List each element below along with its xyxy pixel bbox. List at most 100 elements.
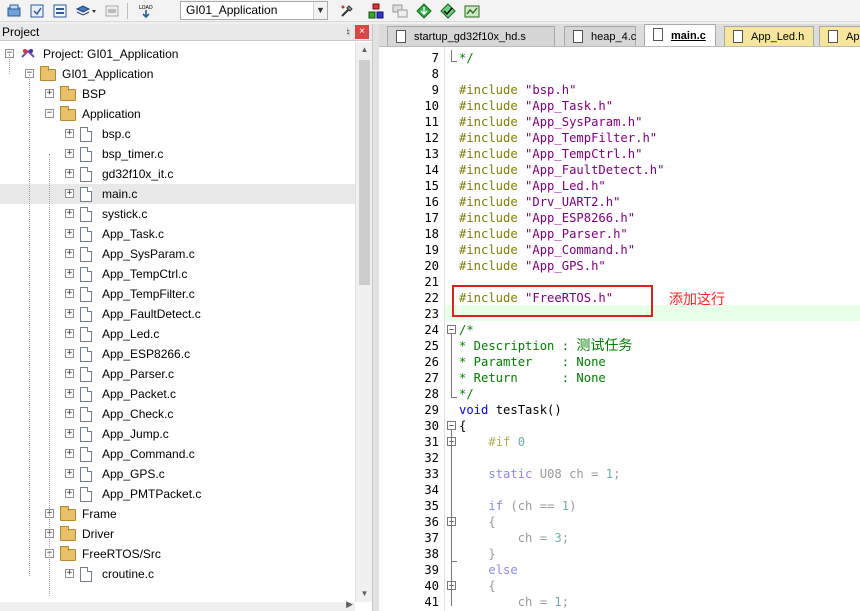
code-line[interactable]: 19 #include "App_Command.h" [379, 242, 860, 258]
expand-icon[interactable]: + [65, 289, 74, 298]
stop-build-icon[interactable] [103, 2, 121, 20]
code-line[interactable]: 15 #include "App_Led.h" [379, 178, 860, 194]
scroll-right-icon[interactable]: ▶ [346, 599, 353, 610]
tree-file-item[interactable]: + gd32f10x_it.c [0, 164, 355, 184]
tree-item-label: App_GPS.c [102, 467, 165, 481]
tree-file-item[interactable]: + App_SysParam.c [0, 244, 355, 264]
target-options-icon[interactable] [338, 2, 356, 20]
code-line[interactable]: 10 #include "App_Task.h" [379, 98, 860, 114]
project-vertical-scrollbar[interactable]: ▲ ▼ [355, 42, 372, 602]
expand-icon[interactable]: + [65, 349, 74, 358]
tree-file-item[interactable]: + croutine.c [0, 564, 355, 584]
tree-project-item[interactable]: − Project: GI01_Application [0, 44, 355, 64]
expand-icon[interactable]: + [65, 169, 74, 178]
tree-folder-item[interactable]: + Driver [0, 524, 355, 544]
tree-file-item[interactable]: + bsp_timer.c [0, 144, 355, 164]
tree-folder-item[interactable]: + Frame [0, 504, 355, 524]
code-line[interactable]: 9 #include "bsp.h" [379, 82, 860, 98]
manage-components-icon[interactable] [367, 2, 385, 20]
tree-folder-item[interactable]: − Application [0, 104, 355, 124]
expand-icon[interactable]: + [65, 369, 74, 378]
scroll-up-icon[interactable]: ▲ [356, 42, 373, 58]
expand-icon[interactable]: + [65, 469, 74, 478]
expand-icon[interactable]: + [65, 389, 74, 398]
tree-file-item[interactable]: + App_Led.c [0, 324, 355, 344]
line-number: 32 [424, 451, 439, 465]
expand-icon[interactable]: + [45, 89, 54, 98]
build-dropdown-icon[interactable] [74, 2, 98, 20]
expand-icon[interactable]: + [65, 209, 74, 218]
tree-file-item[interactable]: + App_Command.c [0, 444, 355, 464]
tree-file-item[interactable]: + App_Parser.c [0, 364, 355, 384]
code-line[interactable]: 14 #include "App_FaultDetect.h" [379, 162, 860, 178]
code-line[interactable]: 11 #include "App_SysParam.h" [379, 114, 860, 130]
expand-icon[interactable]: + [65, 429, 74, 438]
project-horizontal-scrollbar[interactable]: ▶ [0, 599, 355, 611]
tree-guide-line [9, 54, 10, 74]
code-line[interactable]: 18 #include "App_Parser.h" [379, 226, 860, 242]
expand-icon[interactable]: + [65, 249, 74, 258]
pack-installer-icon[interactable] [415, 2, 433, 20]
code-line[interactable]: 13 #include "App_TempCtrl.h" [379, 146, 860, 162]
event-recorder-icon[interactable] [463, 2, 481, 20]
expand-icon[interactable]: + [65, 229, 74, 238]
tree-file-item[interactable]: + App_Check.c [0, 404, 355, 424]
tree-file-item[interactable]: + App_Task.c [0, 224, 355, 244]
expand-icon[interactable]: + [65, 329, 74, 338]
options-icon[interactable] [5, 2, 23, 20]
code-line[interactable]: 12 #include "App_TempFilter.h" [379, 130, 860, 146]
chevron-down-icon[interactable]: ▼ [313, 2, 327, 19]
editor-tab[interactable]: App_Led.h [724, 26, 814, 46]
tree-folder-item[interactable]: + BSP [0, 84, 355, 104]
expand-icon[interactable]: + [65, 129, 74, 138]
expand-icon[interactable]: + [65, 189, 74, 198]
tree-item-label: App_Command.c [102, 447, 195, 461]
code-line[interactable]: 16 #include "Drv_UART2.h" [379, 194, 860, 210]
tree-file-item[interactable]: + App_ESP8266.c [0, 344, 355, 364]
tree-file-item[interactable]: + App_TempFilter.c [0, 284, 355, 304]
code-editor[interactable]: 7 */ 8 9 #include "bsp.h" 10 #include "App_Tas… [379, 47, 860, 611]
target-select[interactable]: GI01_Application ▼ [180, 1, 328, 20]
batch-build-icon[interactable] [51, 2, 69, 20]
tree-target-item[interactable]: − GI01_Application [0, 64, 355, 84]
scrollbar-thumb[interactable] [359, 60, 370, 285]
fold-guide-line [451, 526, 452, 562]
expand-icon[interactable]: + [65, 449, 74, 458]
collapse-icon[interactable]: − [45, 109, 54, 118]
code-line[interactable]: 8 [379, 66, 860, 82]
download-icon[interactable]: LOAD [137, 2, 155, 20]
editor-tab[interactable]: heap_4.c [564, 26, 636, 46]
tree-folder-item[interactable]: − FreeRTOS/Src [0, 544, 355, 564]
expand-icon[interactable]: + [65, 149, 74, 158]
fold-collapse-icon[interactable]: − [447, 325, 456, 334]
tree-file-item[interactable]: + App_GPS.c [0, 464, 355, 484]
expand-icon[interactable]: + [65, 569, 74, 578]
folder-icon [60, 86, 76, 101]
tree-file-item[interactable]: + App_FaultDetect.c [0, 304, 355, 324]
editor-tab[interactable]: main.c [644, 24, 716, 46]
tree-item-label: App_Packet.c [102, 387, 177, 401]
editor-tab[interactable]: startup_gd32f10x_hd.s [387, 26, 555, 46]
select-packs-icon[interactable] [439, 2, 457, 20]
multi-project-icon[interactable] [391, 2, 409, 20]
tree-file-item[interactable]: + App_Packet.c [0, 384, 355, 404]
close-icon[interactable]: × [355, 25, 369, 39]
pin-icon[interactable]: ♮ [346, 25, 350, 41]
tree-file-item[interactable]: + main.c [0, 184, 355, 204]
code-line[interactable]: 20 #include "App_GPS.h" [379, 258, 860, 274]
tree-file-item[interactable]: + App_Jump.c [0, 424, 355, 444]
tree-file-item[interactable]: + App_PMTPacket.c [0, 484, 355, 504]
tree-file-item[interactable]: + systick.c [0, 204, 355, 224]
editor-tab[interactable]: Ap [819, 26, 860, 46]
code-line[interactable]: 17 #include "App_ESP8266.h" [379, 210, 860, 226]
tree-file-item[interactable]: + App_TempCtrl.c [0, 264, 355, 284]
expand-icon[interactable]: + [65, 489, 74, 498]
expand-icon[interactable]: + [65, 409, 74, 418]
tree-file-item[interactable]: + bsp.c [0, 124, 355, 144]
expand-icon[interactable]: + [65, 269, 74, 278]
fold-collapse-icon[interactable]: − [447, 421, 456, 430]
code-line[interactable]: 29 void tesTask() [379, 402, 860, 418]
scroll-down-icon[interactable]: ▼ [356, 586, 373, 602]
translate-icon[interactable] [28, 2, 46, 20]
expand-icon[interactable]: + [65, 309, 74, 318]
